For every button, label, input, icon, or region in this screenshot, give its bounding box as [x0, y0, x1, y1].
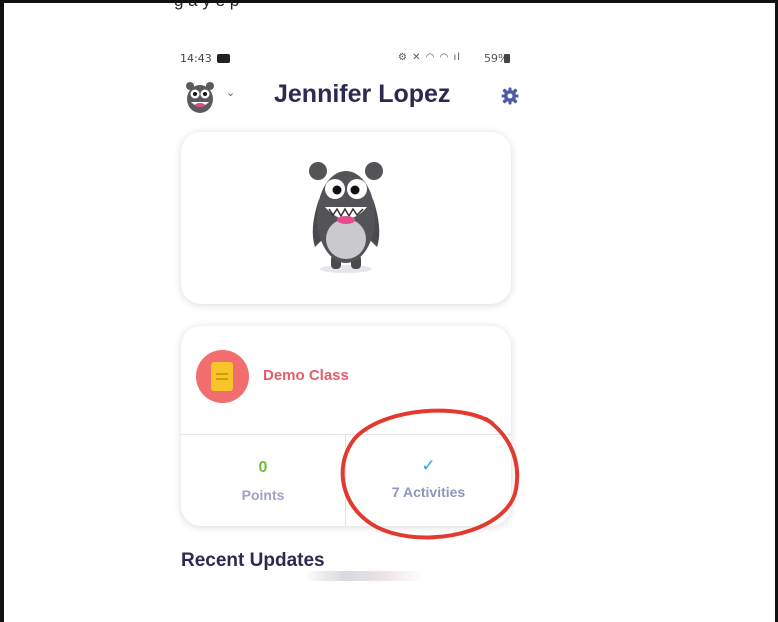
gear-icon[interactable]: [500, 86, 520, 106]
activities-label[interactable]: 7 Activities: [346, 484, 511, 500]
screenshot-frame: g a y e p 14:43 ⚙ ✕ ◠ ◠ ıl 59% ⌄ Jennife…: [0, 0, 778, 622]
chevron-down-icon[interactable]: ⌄: [226, 86, 235, 99]
class-notebook-icon: [196, 350, 249, 403]
status-time: 14:43: [180, 52, 212, 65]
recent-updates-preview: [304, 571, 424, 581]
class-card[interactable]: Demo Class 0 Points ✓ 7 Activities: [181, 326, 511, 526]
class-name[interactable]: Demo Class: [263, 367, 349, 384]
points-label[interactable]: Points: [181, 487, 345, 503]
recent-updates-title: Recent Updates: [181, 550, 325, 571]
card-divider-vertical: [345, 434, 346, 526]
card-divider: [181, 434, 511, 435]
status-icons: ⚙ ✕ ◠ ◠ ıl: [398, 52, 462, 63]
monster-character-icon: [305, 159, 387, 274]
checkmark-icon[interactable]: ✓: [346, 456, 511, 476]
recording-icon: [217, 54, 230, 63]
top-caption: g a y e p: [174, 0, 240, 10]
battery-icon: [504, 54, 510, 63]
avatar-card[interactable]: [181, 132, 511, 304]
monster-avatar-icon[interactable]: [183, 78, 217, 114]
user-name: Jennifer Lopez: [274, 80, 451, 108]
points-value[interactable]: 0: [181, 459, 345, 477]
